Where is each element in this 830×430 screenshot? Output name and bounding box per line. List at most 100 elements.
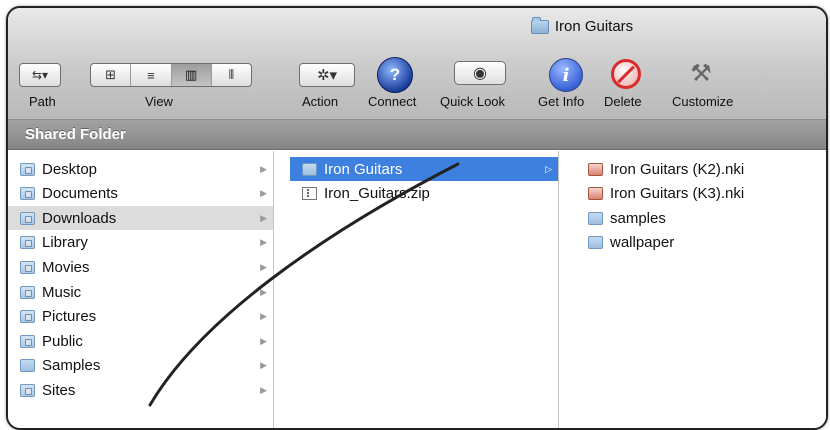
sidebar-item[interactable]: Pictures ▶ (8, 305, 273, 329)
file-row[interactable]: Iron_Guitars.zip (290, 182, 558, 206)
path-button[interactable]: ⇆▾ (19, 63, 61, 87)
disclosure-arrow-icon: ▶ (260, 384, 267, 395)
item-label: Iron Guitars (K3).nki (610, 185, 745, 203)
icon-view-button[interactable]: ⊞ (91, 64, 132, 86)
public-folder-icon (20, 334, 35, 348)
quicklook-button[interactable]: ◉ (454, 61, 506, 85)
disclosure-arrow-icon: ▶ (260, 311, 267, 322)
downloads-folder-icon (20, 211, 35, 225)
view-label: View (145, 94, 173, 109)
getinfo-label: Get Info (538, 94, 585, 109)
view-segmented-control[interactable]: ⊞ ≡ ▥ ⦀ (90, 63, 252, 87)
item-label: Movies (42, 258, 90, 276)
disclosure-arrow-icon: ▶ (260, 360, 267, 371)
action-button[interactable]: ✲▾ (299, 63, 355, 87)
window-title-bar: Iron Guitars (8, 16, 826, 35)
disclosure-arrow-icon: ▶ (260, 188, 267, 199)
item-label: Samples (42, 357, 101, 375)
column-3: Iron Guitars (K2).nki Iron Guitars (K3).n… (576, 151, 826, 428)
column-view-button[interactable]: ▥ (171, 64, 212, 86)
sidebar-item[interactable]: Movies ▶ (8, 255, 273, 279)
file-row[interactable]: Iron Guitars (K2).nki (576, 157, 826, 181)
path-popup-icon: ⇆▾ (31, 68, 49, 82)
disclosure-arrow-icon: ▶ (260, 261, 267, 272)
nki-file-icon (588, 162, 603, 176)
item-label: Documents (42, 185, 118, 203)
sidebar-item[interactable]: Public ▶ (8, 329, 273, 353)
item-label: Iron_Guitars.zip (324, 185, 430, 203)
globe-question-icon: ? (389, 65, 401, 84)
library-folder-icon (20, 236, 35, 250)
no-entry-icon (617, 65, 635, 83)
item-label: samples (610, 209, 666, 227)
sidebar-item[interactable]: Sites ▶ (8, 378, 273, 402)
sidebar-item[interactable]: Music ▶ (8, 280, 273, 304)
getinfo-button[interactable]: i (549, 58, 583, 92)
path-bar: Shared Folder (8, 120, 826, 150)
list-icon: ≡ (147, 67, 155, 83)
documents-folder-icon (20, 187, 35, 201)
folder-icon (530, 16, 549, 34)
item-label: Desktop (42, 160, 98, 178)
item-label: Public (42, 332, 83, 350)
sidebar-item[interactable]: Desktop ▶ (8, 157, 273, 181)
disclosure-arrow-icon: ▶ (260, 286, 267, 297)
sidebar-item[interactable]: Samples ▶ (8, 354, 273, 378)
file-row[interactable]: wallpaper (576, 231, 826, 255)
icon-grid-icon: ⊞ (105, 67, 117, 82)
disclosure-arrow-icon: ▶ (260, 212, 267, 223)
customize-button[interactable]: ⚒ (684, 56, 718, 90)
item-label: Pictures (42, 308, 97, 326)
sidebar-item[interactable]: Library ▶ (8, 231, 273, 255)
disclosure-arrow-icon: ▶ (260, 237, 267, 248)
file-row[interactable]: Iron Guitars ▷ (290, 157, 558, 181)
item-label: Sites (42, 381, 76, 399)
sidebar-item[interactable]: Downloads ▶ (8, 206, 273, 231)
disclosure-arrow-icon: ▶ (260, 163, 267, 174)
item-label: Iron Guitars (K2).nki (610, 160, 745, 178)
pictures-folder-icon (20, 310, 35, 324)
eye-icon: ◉ (473, 65, 487, 82)
desktop-folder-icon (20, 162, 35, 176)
sidebar-item[interactable]: Documents ▶ (8, 182, 273, 206)
action-label: Action (302, 94, 339, 109)
customize-label: Customize (672, 94, 734, 109)
sites-folder-icon (20, 383, 35, 397)
list-view-button[interactable]: ≡ (131, 64, 172, 86)
gear-icon: ✲▾ (316, 67, 338, 84)
item-label: Iron Guitars (324, 160, 403, 178)
connect-button[interactable]: ? (377, 57, 413, 93)
connect-label: Connect (368, 94, 417, 109)
delete-label: Delete (604, 94, 642, 109)
folder-icon (20, 359, 35, 373)
item-label: Downloads (42, 209, 117, 227)
path-label: Path (29, 94, 56, 109)
folder-icon (588, 211, 603, 225)
quicklook-label: Quick Look (440, 94, 506, 109)
movies-folder-icon (20, 260, 35, 274)
info-icon: i (562, 64, 570, 86)
item-label: Music (42, 283, 82, 301)
disclosure-arrow-icon: ▷ (545, 163, 552, 174)
folder-icon (302, 162, 317, 176)
window-title: Iron Guitars (554, 18, 634, 35)
column-1: Desktop ▶ Documents ▶ Downloads ▶ Library ▶ Movi… (8, 151, 274, 428)
hammer-wrench-icon: ⚒ (690, 59, 712, 87)
finder-window: Iron Guitars ⇆▾ Path ⊞ ≡ ▥ ⦀ View ✲▾ Act… (6, 6, 828, 430)
disclosure-arrow-icon: ▶ (260, 335, 267, 346)
nki-file-icon (588, 187, 603, 201)
item-label: wallpaper (610, 234, 675, 252)
delete-button[interactable] (611, 59, 641, 89)
columns-icon: ▥ (184, 67, 198, 82)
music-folder-icon (20, 285, 35, 299)
item-label: Library (42, 234, 88, 252)
toolbar: Iron Guitars ⇆▾ Path ⊞ ≡ ▥ ⦀ View ✲▾ Act… (8, 8, 826, 120)
coverflow-icon: ⦀ (228, 67, 235, 82)
file-row[interactable]: samples (576, 206, 826, 230)
folder-icon (588, 236, 603, 250)
column-browser: Desktop ▶ Documents ▶ Downloads ▶ Library ▶ Movi… (8, 151, 826, 428)
file-row[interactable]: Iron Guitars (K3).nki (576, 182, 826, 206)
coverflow-view-button[interactable]: ⦀ (212, 64, 251, 86)
path-bar-label: Shared Folder (25, 126, 126, 143)
zip-file-icon (302, 187, 317, 201)
